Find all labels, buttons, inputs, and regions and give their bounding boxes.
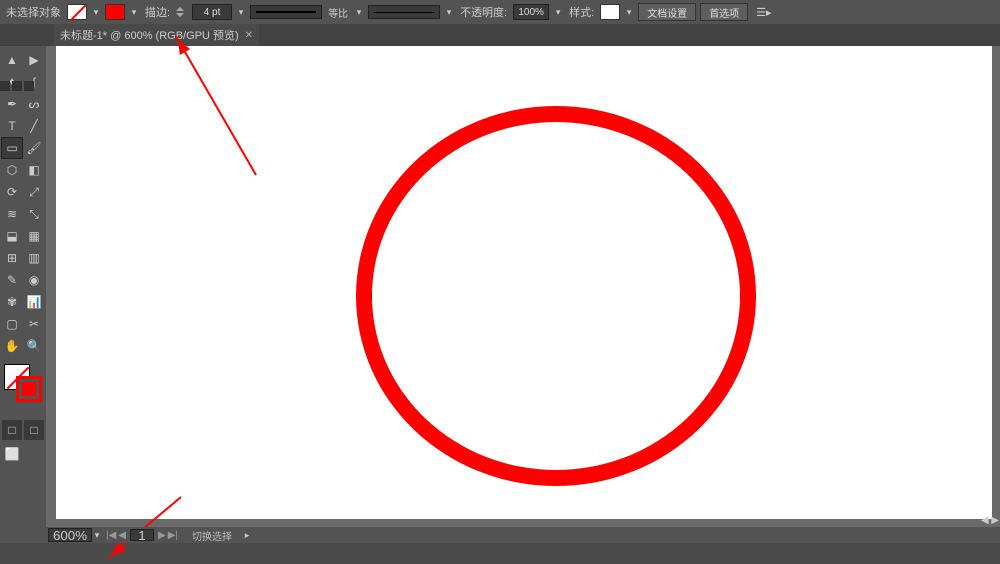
selection-status-label[interactable]: 切换选择 (182, 528, 242, 543)
direct-selection-tool[interactable]: ▶ (24, 50, 44, 70)
artboard-tool[interactable]: ▢ (2, 314, 22, 334)
graphic-style-swatch[interactable] (600, 4, 620, 20)
artboard-prev-icon[interactable]: ◀ (118, 530, 126, 541)
stroke-profile-preview[interactable] (250, 5, 322, 19)
artboard-first-icon[interactable]: |◀ (106, 530, 116, 541)
line-segment-tool[interactable]: ╱ (24, 116, 44, 136)
artboard-nav-next: ▶ ▶| (154, 530, 182, 541)
stroke-dropdown[interactable]: ▾ (129, 4, 139, 20)
preferences-button[interactable]: 首选项 (700, 3, 748, 21)
opacity-label: 不透明度: (458, 4, 509, 20)
artboard-number-input[interactable] (130, 529, 154, 541)
document-tab-1[interactable]: 未标题-1* @ 600% (RGB/GPU 预览) ✕ (54, 24, 259, 46)
stroke-color-swatch[interactable] (16, 376, 42, 402)
canvas[interactable] (56, 46, 992, 519)
artboard-nav: |◀ ◀ (102, 530, 130, 541)
canvas-wrap: ◀ ▶ (46, 46, 1000, 527)
scale-tool[interactable]: ⤢ (24, 182, 44, 202)
eyedropper-tool[interactable]: ✎ (2, 270, 22, 290)
document-setup-button[interactable]: 文档设置 (638, 3, 696, 21)
drawing-mode-behind[interactable]: □ (24, 420, 44, 440)
stroke-profile-label: 等比 (326, 5, 350, 20)
close-tab-icon[interactable]: ✕ (245, 30, 253, 41)
toolbox: ▲ ▶ ✦ ʃ ✒ ᔕ T ╱ ▭ 🖌 ⬡ ◧ ⟳ ⤢ ≋ ⤡ ⬓ ▦ ⊞ ▥ … (0, 46, 46, 527)
width-tool[interactable]: ≋ (2, 204, 22, 224)
rectangle-tool[interactable]: ▭ (2, 138, 22, 158)
graphic-style-dropdown[interactable]: ▾ (624, 4, 634, 20)
color-mode-minis[interactable] (0, 81, 40, 93)
stroke-profile-dropdown[interactable]: ▾ (354, 4, 364, 20)
artboard-next-icon[interactable]: ▶ (158, 530, 166, 541)
perspective-grid-tool[interactable]: ▦ (24, 226, 44, 246)
opacity-dropdown[interactable]: ▾ (553, 4, 563, 20)
status-dropdown[interactable]: ▸ (242, 527, 252, 543)
stroke-swatch[interactable] (105, 4, 125, 20)
artboard-last-icon[interactable]: ▶| (168, 530, 178, 541)
symbol-sprayer-tool[interactable]: ✾ (2, 292, 22, 312)
drawn-circle-shape[interactable] (356, 106, 756, 486)
stroke-label: 描边: (143, 4, 172, 20)
zoom-tool[interactable]: 🔍 (24, 336, 44, 356)
zoom-level-input[interactable] (48, 528, 92, 542)
pen-tool[interactable]: ✒ (2, 94, 22, 114)
mesh-tool[interactable]: ⊞ (2, 248, 22, 268)
stroke-width-dropdown[interactable]: ▾ (236, 4, 246, 20)
style-label: 样式: (567, 4, 596, 20)
selection-tool[interactable]: ▲ (2, 50, 22, 70)
fill-dropdown[interactable]: ▾ (91, 4, 101, 20)
curvature-tool[interactable]: ᔕ (24, 94, 44, 114)
type-tool[interactable]: T (2, 116, 22, 136)
eraser-tool[interactable]: ◧ (24, 160, 44, 180)
shape-builder-tool[interactable]: ⬓ (2, 226, 22, 246)
gradient-tool[interactable]: ▥ (24, 248, 44, 268)
zoom-dropdown[interactable]: ▾ (92, 527, 102, 543)
fill-swatch[interactable] (67, 4, 87, 20)
drawing-mode-normal[interactable]: □ (2, 420, 22, 440)
document-tab-label: 未标题-1* @ 600% (RGB/GPU 预览) (60, 27, 239, 43)
free-transform-tool[interactable]: ⤡ (24, 204, 44, 224)
status-bar: ▾ |◀ ◀ ▶ ▶| 切换选择 ▸ (0, 527, 1000, 543)
paintbrush-tool[interactable]: 🖌 (24, 138, 44, 158)
stroke-width-input[interactable] (192, 4, 232, 20)
rotate-tool[interactable]: ⟳ (2, 182, 22, 202)
brush-def-preview[interactable] (368, 5, 440, 19)
options-flyout-icon[interactable]: ☰▸ (752, 6, 775, 19)
annotation-arrow-1 (175, 36, 257, 176)
options-bar: 未选择对象 ▾ ▾ 描边: ▾ 等比 ▾ ▾ 不透明度: ▾ 样式: ▾ 文档设… (0, 0, 1000, 24)
fill-stroke-swatches[interactable] (2, 364, 44, 404)
no-selection-label: 未选择对象 (4, 4, 63, 20)
scroll-arrow-icon[interactable]: ◀ ▶ (981, 515, 999, 526)
blend-tool[interactable]: ◉ (24, 270, 44, 290)
brush-def-dropdown[interactable]: ▾ (444, 4, 454, 20)
screen-mode-button[interactable]: ⬜ (2, 444, 22, 464)
hand-tool[interactable]: ✋ (2, 336, 22, 356)
stroke-width-spinner[interactable] (176, 4, 188, 20)
column-graph-tool[interactable]: 📊 (24, 292, 44, 312)
document-tabs: 未标题-1* @ 600% (RGB/GPU 预览) ✕ (0, 24, 1000, 46)
opacity-input[interactable] (513, 4, 549, 20)
shaper-tool[interactable]: ⬡ (2, 160, 22, 180)
slice-tool[interactable]: ✂ (24, 314, 44, 334)
